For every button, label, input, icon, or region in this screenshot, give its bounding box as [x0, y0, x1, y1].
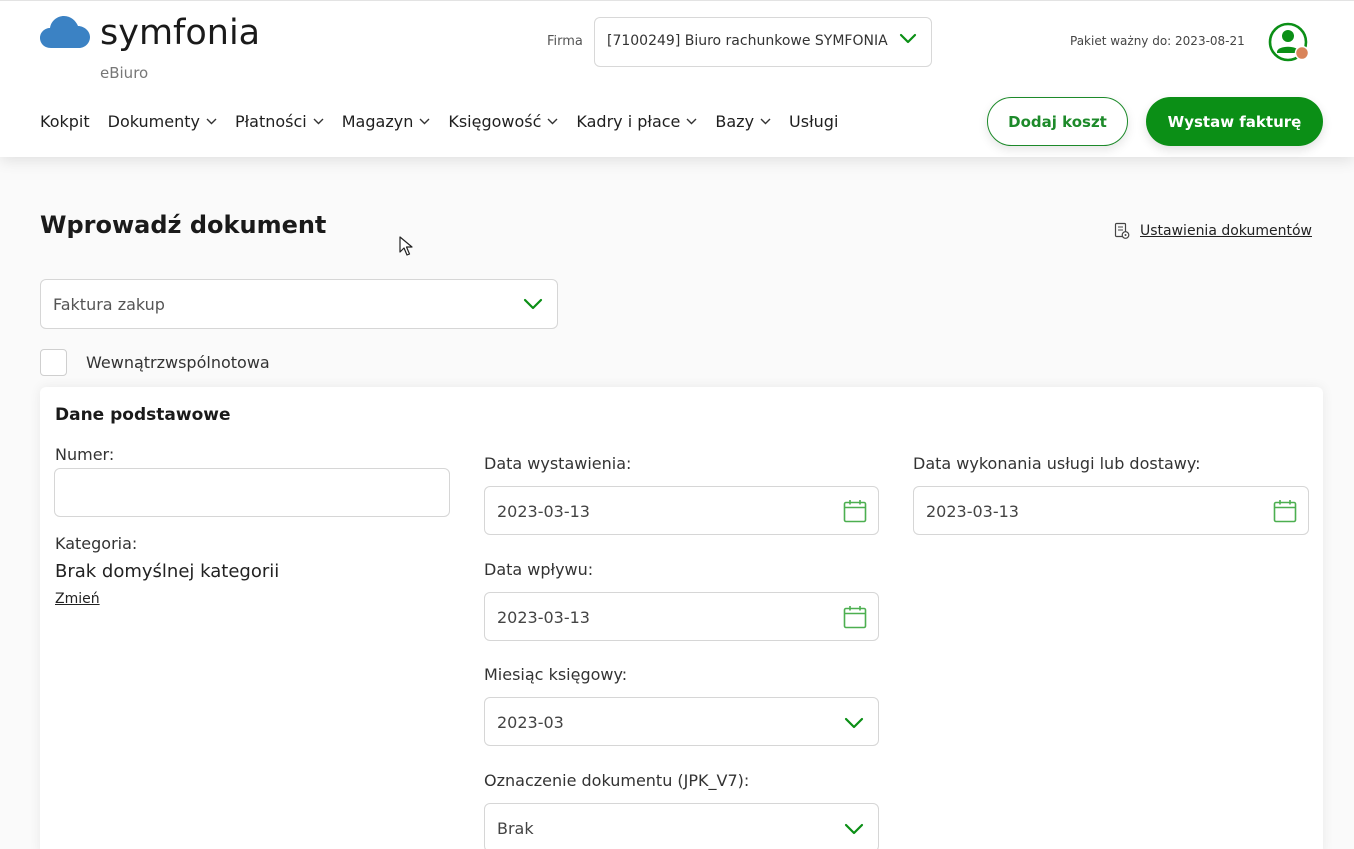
delivery-date-label: Data wykonania usługi lub dostawy: [913, 454, 1201, 473]
chevron-down-icon [844, 717, 864, 729]
jpk-value: Brak [497, 819, 534, 838]
jpk-select[interactable]: Brak [484, 803, 879, 849]
issue-invoice-button[interactable]: Wystaw fakturę [1146, 97, 1323, 146]
document-settings-link[interactable]: Ustawienia dokumentów [1114, 222, 1312, 240]
numer-label: Numer: [55, 445, 115, 464]
basic-data-card: Dane podstawowe Numer: Kategoria: Brak d… [40, 387, 1323, 849]
jpk-label: Oznaczenie dokumentu (JPK_V7): [484, 771, 750, 790]
nav-item-kadry[interactable]: Kadry i płace [576, 106, 697, 136]
chevron-down-icon [523, 298, 543, 310]
document-type-value: Faktura zakup [53, 295, 165, 314]
delivery-date-value: 2023-03-13 [926, 502, 1019, 521]
calendar-icon[interactable] [843, 605, 867, 629]
mouse-cursor-icon [399, 236, 413, 256]
nav-item-bazy[interactable]: Bazy [715, 106, 771, 136]
main-nav: Kokpit Dokumenty Płatności Magazyn Księg… [40, 106, 856, 136]
issue-date-label: Data wystawienia: [484, 454, 632, 473]
chevron-down-icon [206, 118, 217, 125]
firma-label: Firma [547, 34, 583, 49]
firma-value: [7100249] Biuro rachunkowe SYMFONIA [607, 33, 888, 49]
accounting-month-select[interactable]: 2023-03 [484, 697, 879, 746]
intra-community-label: Wewnątrzwspólnotowa [86, 353, 270, 372]
settings-link-label: Ustawienia dokumentów [1140, 223, 1312, 239]
nav-item-platnosci[interactable]: Płatności [235, 106, 324, 136]
user-avatar-icon[interactable] [1268, 22, 1310, 64]
nav-item-label: Bazy [715, 111, 755, 131]
kategoria-value: Brak domyślnej kategorii [55, 561, 280, 582]
nav-item-magazyn[interactable]: Magazyn [342, 106, 431, 136]
app-header: symfonia eBiuro Firma [7100249] Biuro ra… [0, 0, 1354, 157]
nav-item-label: Dokumenty [107, 111, 200, 131]
add-cost-button[interactable]: Dodaj koszt [987, 97, 1128, 146]
calendar-icon[interactable] [1273, 499, 1297, 523]
receipt-date-value: 2023-03-13 [497, 608, 590, 627]
receipt-date-input[interactable]: 2023-03-13 [484, 592, 879, 641]
nav-item-dokumenty[interactable]: Dokumenty [108, 106, 217, 136]
issue-date-value: 2023-03-13 [497, 502, 590, 521]
nav-item-label: Płatności [234, 111, 307, 131]
chevron-down-icon [686, 118, 697, 125]
receipt-date-label: Data wpływu: [484, 560, 594, 579]
nav-item-label: Kokpit [40, 111, 90, 131]
symfonia-logo[interactable]: symfonia eBiuro [40, 13, 280, 85]
chevron-down-icon [419, 118, 430, 125]
section-title: Dane podstawowe [55, 405, 231, 425]
chevron-down-icon [899, 33, 917, 44]
product-name: eBiuro [100, 64, 149, 82]
chevron-down-icon [547, 118, 558, 125]
nav-item-label: Księgowość [448, 111, 542, 131]
firma-select[interactable]: [7100249] Biuro rachunkowe SYMFONIA [594, 17, 932, 67]
accounting-month-label: Miesiąc księgowy: [484, 665, 628, 684]
nav-item-label: Magazyn [341, 111, 414, 131]
delivery-date-input[interactable]: 2023-03-13 [913, 486, 1309, 535]
cloud-logo-icon [40, 16, 90, 48]
logo-wordmark: symfonia [100, 13, 261, 53]
nav-item-label: Usługi [789, 111, 839, 131]
nav-item-kokpit[interactable]: Kokpit [40, 106, 90, 136]
change-category-link[interactable]: Zmień [55, 591, 100, 607]
kategoria-label: Kategoria: [55, 534, 138, 553]
chevron-down-icon [313, 118, 324, 125]
issue-date-input[interactable]: 2023-03-13 [484, 486, 879, 535]
nav-item-uslugi[interactable]: Usługi [789, 106, 838, 136]
package-validity: Pakiet ważny do: 2023-08-21 [1070, 34, 1245, 48]
chevron-down-icon [844, 823, 864, 835]
calendar-icon[interactable] [843, 499, 867, 523]
document-settings-icon [1114, 222, 1130, 239]
numer-input[interactable] [54, 468, 450, 517]
intra-community-checkbox[interactable] [40, 349, 67, 376]
page-title: Wprowadź dokument [40, 211, 327, 239]
accounting-month-value: 2023-03 [497, 713, 564, 732]
document-type-select[interactable]: Faktura zakup [40, 279, 558, 329]
nav-item-label: Kadry i płace [576, 111, 681, 131]
nav-item-ksiegowosc[interactable]: Księgowość [448, 106, 558, 136]
chevron-down-icon [760, 118, 771, 125]
